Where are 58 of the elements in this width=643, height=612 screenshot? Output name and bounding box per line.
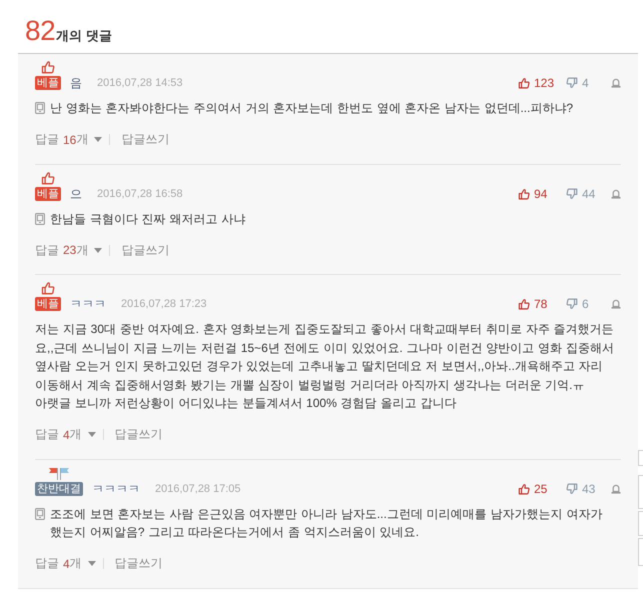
thumbs-up-icon bbox=[41, 281, 55, 295]
comment-text: 저는 지금 30대 중반 여자예요. 혼자 영화보는게 집중도잘되고 좋아서 대학교때부터 취미로 자주 즐겨했거든요,,근데 쓰니님이 지금 느끼는 저런걸 15~6년 전에도 이미 있었어요. 그나마 이런건 양반이고 영화 집중해서 옆사람 오는거 인지 못하고있던 경우가 있었는데 고추내놓고 딸치던데요 저 보면서,,아놔..개욕해주고 자리이동해서 계속 집중해서영화 봤기는 개뿔 심장이 벌렁벌렁 거리더라 아직까지 생각나는 더러운 기억.ㅠ 아랫글 보니까 저런상황이 어디있냐는 분들계셔서 100% 경험담 올리고 갑니다 bbox=[35, 321, 614, 412]
thumbs-up-icon bbox=[41, 170, 55, 184]
write-reply-link[interactable]: 답글쓰기 bbox=[114, 426, 163, 443]
caret-icon bbox=[88, 561, 96, 566]
thumbs-down-icon bbox=[566, 77, 578, 89]
like-button[interactable]: 94 bbox=[518, 186, 566, 200]
comment-date: 2016,07,28 16:58 bbox=[97, 186, 183, 200]
caret-icon bbox=[94, 248, 102, 252]
comment-text: 조조에 보면 혼자보는 사람 은근있음 여자뿐만 아니라 남자도...그런데 미리예매를 남자가했는지 여자가 했는지 어찌알음? 그리고 따라온다는거에서 좀 억지스러움이 있네요. bbox=[50, 506, 604, 541]
dislike-button[interactable]: 4 bbox=[566, 76, 610, 90]
flags-icon bbox=[47, 466, 71, 480]
thumbs-up-icon bbox=[41, 60, 55, 74]
best-badge: 베플 bbox=[35, 297, 61, 311]
thumbs-up-icon bbox=[518, 188, 530, 200]
dislike-button[interactable]: 6 bbox=[566, 297, 610, 311]
replies-toggle[interactable]: 답글 4개 bbox=[35, 555, 96, 572]
write-reply-link[interactable]: 답글쓰기 bbox=[121, 131, 170, 148]
replies-toggle[interactable]: 답글 23개 bbox=[35, 242, 102, 258]
debate-badge: 찬반대결 bbox=[35, 482, 83, 496]
author-name: ㅋㅋㅋ bbox=[70, 297, 106, 311]
comment-count: 82 bbox=[25, 16, 56, 46]
replies-toggle[interactable]: 답글 16개 bbox=[35, 131, 102, 148]
like-button[interactable]: 123 bbox=[518, 76, 566, 90]
siren-icon[interactable] bbox=[611, 484, 621, 494]
author-name: 으 bbox=[70, 186, 82, 200]
comment-text: 난 영화는 혼자봐야한다는 주의여서 거의 혼자보는데 한번도 옆에 혼자온 남자는 없던데...피하냐? bbox=[50, 100, 574, 117]
caret-icon bbox=[88, 432, 96, 437]
like-button[interactable]: 25 bbox=[518, 482, 566, 496]
thumbs-down-icon bbox=[566, 482, 578, 494]
caret-icon bbox=[94, 137, 102, 142]
dislike-button[interactable]: 43 bbox=[566, 482, 610, 496]
siren-icon[interactable] bbox=[611, 188, 621, 198]
best-badge: 베플 bbox=[35, 186, 61, 200]
comment-date: 2016,07,28 14:53 bbox=[97, 76, 183, 90]
write-reply-link[interactable]: 답글쓰기 bbox=[121, 242, 170, 258]
like-button[interactable]: 78 bbox=[518, 297, 566, 311]
thumbs-up-icon bbox=[518, 77, 530, 89]
siren-icon[interactable] bbox=[611, 78, 621, 88]
thumbs-down-icon bbox=[566, 298, 578, 310]
author-name: ㅋㅋㅋㅋ bbox=[92, 482, 140, 496]
side-button[interactable] bbox=[638, 511, 643, 536]
thumbs-up-icon bbox=[518, 482, 530, 494]
heading-label: 개의 댓글 bbox=[56, 27, 112, 45]
side-button[interactable] bbox=[638, 538, 643, 566]
side-button[interactable] bbox=[638, 450, 643, 466]
replies-toggle[interactable]: 답글 4개 bbox=[35, 426, 96, 443]
write-reply-link[interactable]: 답글쓰기 bbox=[114, 555, 163, 572]
comment-text: 한남들 극혐이다 진짜 왜저러고 사냐 bbox=[50, 210, 246, 228]
comment-date: 2016,07,28 17:23 bbox=[121, 297, 207, 311]
side-button[interactable] bbox=[638, 475, 643, 509]
comment-date: 2016,07,28 17:05 bbox=[155, 482, 241, 496]
thumbs-down-icon bbox=[566, 188, 578, 200]
author-name: 음 bbox=[70, 76, 82, 90]
siren-icon[interactable] bbox=[611, 299, 621, 309]
thumbs-up-icon bbox=[518, 298, 530, 310]
best-badge: 베플 bbox=[35, 76, 61, 90]
dislike-button[interactable]: 44 bbox=[566, 186, 610, 200]
